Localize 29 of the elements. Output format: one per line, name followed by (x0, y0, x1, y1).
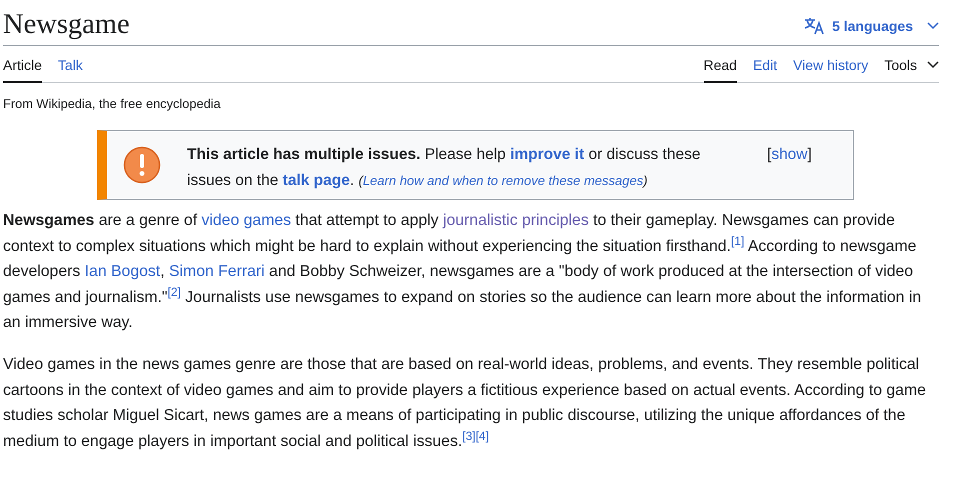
link[interactable]: journalistic principles (442, 212, 589, 229)
link[interactable]: Simon Ferrari (168, 263, 265, 280)
translate-icon (804, 16, 824, 34)
tab[interactable]: Talk (58, 57, 83, 83)
link[interactable]: talk page (282, 172, 350, 189)
bracket: [ (767, 146, 772, 163)
link[interactable]: Ian Bogost (84, 263, 160, 280)
page-title: Newsgame (3, 8, 130, 40)
link[interactable]: improve it (510, 146, 584, 163)
reference-link[interactable]: [1] (730, 234, 744, 248)
reference-link[interactable]: [2] (168, 284, 181, 299)
tagline: From Wikipedia, the free encyclopedia (3, 96, 222, 111)
link[interactable]: video games (201, 212, 292, 229)
reference-link[interactable]: [3] (462, 428, 476, 443)
tools-menu[interactable]: Tools (884, 57, 939, 83)
show-link[interactable]: show (771, 146, 808, 163)
chevron-down-icon (927, 61, 939, 69)
bracket: ] (808, 146, 812, 163)
paragraph: Newsgames are a genre of video games that attempt to apply journalistic principles to their gameplay. Newsgames can provide context to complex situations which might be hard to explain without experiencing the situation firsthand.$^{[1]}$ According to newsgame developers Ian Bogost, Simon Ferrari and Bobby Schweizer, newsgames are a "body of work produced at the intersection of video games and journalism."$^{[2]}$ Journalists use newsgames to expand on stories so the audience can learn more about the information in an immersive way. (3, 211, 922, 334)
warning-icon (123, 146, 161, 184)
tab[interactable]: View history (793, 57, 868, 83)
chevron-down-icon (927, 22, 939, 30)
link[interactable]: Learn how and when to remove these messages (362, 173, 644, 188)
notice-text: This article has multiple issues. Please help improve it or discuss these issues on the talk page. (Learn how and when to remove these messages) (187, 145, 702, 191)
tab[interactable]: Read (704, 57, 737, 83)
tab[interactable]: Edit (752, 57, 778, 83)
languages-button[interactable]: 5 languages (804, 16, 939, 34)
reference-link[interactable]: [4] (476, 428, 489, 443)
tab[interactable]: Article (3, 57, 42, 83)
